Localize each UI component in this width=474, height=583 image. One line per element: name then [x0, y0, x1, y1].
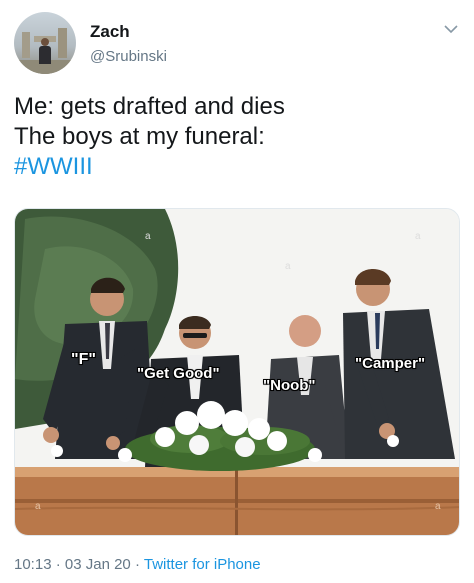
svg-text:a: a [435, 501, 441, 512]
avatar-ruin [22, 32, 30, 58]
caption-camper: "Camper" [355, 355, 426, 372]
tweet-image[interactable]: a a a a a "F" "Get Good" "Noob" "Camper" [14, 208, 460, 536]
author-name[interactable]: Zach [90, 22, 130, 42]
separator: · [134, 556, 140, 573]
tweet-header: Zach @Srubinski [14, 12, 460, 74]
tweet-meta: 10:13 · 03 Jan 20 · Twitter for iPhone [14, 556, 261, 573]
funeral-photo: a a a a a [15, 209, 459, 535]
avatar-person [41, 38, 49, 46]
avatar-person [39, 46, 51, 64]
tweet-date[interactable]: 03 Jan 20 [65, 556, 131, 573]
caption-noob: "Noob" [263, 377, 316, 394]
tweet-line: Me: gets drafted and dies [14, 93, 285, 120]
tweet-source-link[interactable]: Twitter for iPhone [144, 556, 261, 573]
tweet-text: Me: gets drafted and dies The boys at my… [14, 92, 460, 182]
avatar[interactable] [14, 12, 76, 74]
tweet: Zach @Srubinski Me: gets drafted and die… [0, 0, 474, 583]
svg-text:a: a [285, 261, 291, 272]
avatar-ruin [58, 28, 67, 58]
svg-text:a: a [415, 231, 421, 242]
tweet-time[interactable]: 10:13 [14, 556, 52, 573]
svg-text:a: a [35, 501, 41, 512]
caption-get-good: "Get Good" [137, 365, 220, 382]
caption-f: "F" [71, 351, 96, 368]
hashtag-link[interactable]: #WWIII [14, 152, 460, 182]
author-handle[interactable]: @Srubinski [90, 48, 167, 65]
separator: · [55, 556, 61, 573]
chevron-down-icon[interactable] [442, 20, 460, 38]
svg-text:a: a [145, 231, 151, 242]
tweet-line: The boys at my funeral: [14, 123, 265, 150]
